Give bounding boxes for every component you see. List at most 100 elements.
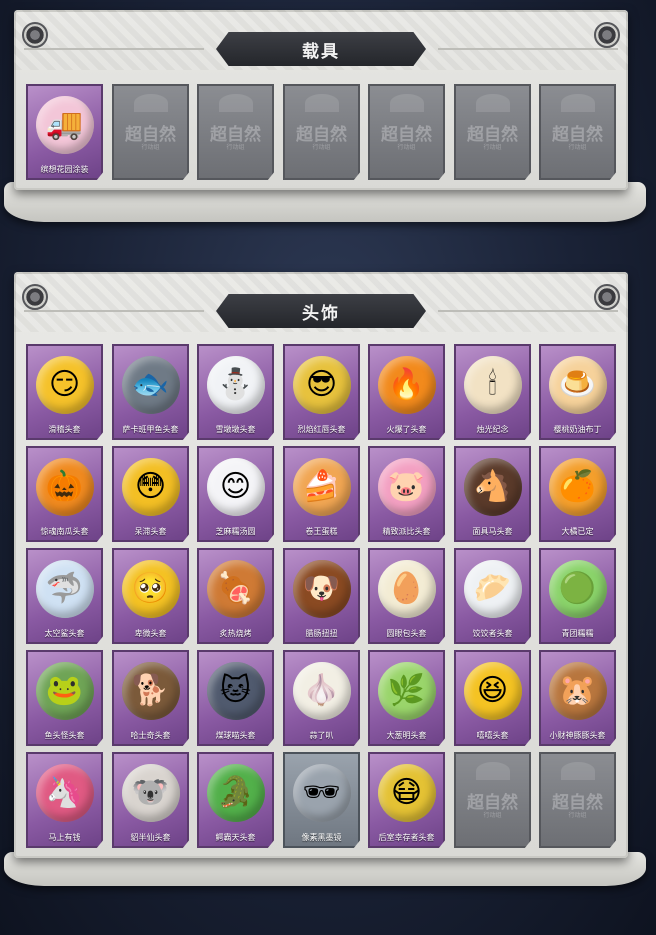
item-label: 马上有钱 [48, 833, 81, 842]
item-card[interactable]: 😎 烈焰红唇头套 [283, 344, 360, 440]
cake-roll-icon: 🍰 [292, 458, 351, 516]
item-card[interactable]: 🌿 大葱明头套 [368, 650, 445, 746]
item-card[interactable]: 🕶 像素黑墨镜 [283, 752, 360, 848]
watermark-sub: 行动组 [483, 812, 502, 819]
empty-slot[interactable]: 超自然 行动组 [454, 752, 531, 848]
item-card[interactable]: 🥚 圆眼包头套 [368, 548, 445, 644]
pink-truck-icon: 🚚 [35, 96, 94, 154]
empty-slot[interactable]: 超自然 行动组 [112, 84, 189, 180]
empty-slot[interactable]: 超自然 行动组 [197, 84, 274, 180]
silhouette-icon [560, 762, 595, 780]
item-card[interactable]: 🐷 精致派比头套 [368, 446, 445, 542]
item-card[interactable]: 🐹 小财神豚豚头套 [539, 650, 616, 746]
item-card[interactable]: 😷 后室幸存者头套 [368, 752, 445, 848]
item-label: 萨卡班甲鱼头套 [122, 425, 179, 434]
bun-icon: 🥚 [377, 560, 436, 618]
item-label: 大橘已定 [561, 527, 594, 536]
head-panel: 头饰 😏 滑稽头套 🐟 萨卡班甲鱼头套 ⛄ 雪墩墩头套 😎 烈焰红唇头套 🔥 火爆了头套 🕯 烛光纪念… [14, 272, 628, 858]
item-label: 精致派比头套 [382, 527, 431, 536]
empty-slot[interactable]: 超自然 行动组 [454, 84, 531, 180]
silhouette-icon [133, 94, 168, 112]
fishman-icon: 🐸 [35, 662, 94, 720]
item-card[interactable]: 🥟 饺饺者头套 [454, 548, 531, 644]
silhouette-icon [560, 94, 595, 112]
item-card[interactable]: 🐸 鱼头怪头套 [26, 650, 103, 746]
item-card[interactable]: 🦄 马上有钱 [26, 752, 103, 848]
pudding-icon: 🍮 [548, 356, 607, 414]
item-card[interactable]: 🍮 樱桃奶油布丁 [539, 344, 616, 440]
empty-slot[interactable]: 超自然 行动组 [283, 84, 360, 180]
dumpling-icon: 🥟 [463, 560, 522, 618]
watermark-sub: 行动组 [312, 144, 331, 151]
garlic-icon: 🧄 [292, 662, 351, 720]
dazed-face-icon: 😳 [121, 458, 180, 516]
item-card[interactable]: 🥺 卑微头套 [112, 548, 189, 644]
humble-face-icon: 🥺 [121, 560, 180, 618]
vehicle-panel: 载具 🚚 缤想花园涂装 超自然 行动组 超自然 行动组 超自然 行动组 超自然 行动组 超自然 行动组… [14, 10, 628, 190]
item-card[interactable]: 🐟 萨卡班甲鱼头套 [112, 344, 189, 440]
item-label: 樱桃奶油布丁 [553, 425, 602, 434]
fish-head-icon: 🐟 [121, 356, 180, 414]
item-label: 雪墩墩头套 [215, 425, 256, 434]
item-card[interactable]: 🐶 腊肠扭扭 [283, 548, 360, 644]
item-label: 鳄霸天头套 [215, 833, 256, 842]
horse-head-icon: 🐴 [463, 458, 522, 516]
item-card[interactable]: 🕯 烛光纪念 [454, 344, 531, 440]
item-card[interactable]: 🍊 大橘已定 [539, 446, 616, 542]
compass-ornament-icon [594, 284, 620, 310]
item-label: 大葱明头套 [386, 731, 427, 740]
item-card[interactable]: 😆 嘻嘻头套 [454, 650, 531, 746]
item-card[interactable]: 🐱 煤球喵头套 [197, 650, 274, 746]
empty-slot[interactable]: 超自然 行动组 [368, 84, 445, 180]
item-label: 圆眼包头套 [386, 629, 427, 638]
item-label: 火爆了头套 [386, 425, 427, 434]
item-card[interactable]: 🔥 火爆了头套 [368, 344, 445, 440]
item-label: 貂半仙头套 [130, 833, 171, 842]
item-label: 滑稽头套 [48, 425, 81, 434]
watermark-sub: 行动组 [141, 144, 160, 151]
item-label: 缤想花园涂装 [40, 165, 89, 174]
item-label: 小财神豚豚头套 [549, 731, 606, 740]
item-card[interactable]: 🐨 貂半仙头套 [112, 752, 189, 848]
item-card[interactable]: 🎃 惊魂南瓜头套 [26, 446, 103, 542]
candle-icon: 🕯 [463, 356, 522, 414]
vehicle-section-title: 载具 [216, 32, 426, 66]
item-label: 烈焰红唇头套 [297, 425, 346, 434]
item-card[interactable]: 🚚 缤想花园涂装 [26, 84, 103, 180]
item-card[interactable]: 🐕 哈士奇头套 [112, 650, 189, 746]
bbq-icon: 🍖 [206, 560, 265, 618]
item-card[interactable]: 🧄 蒜了叭 [283, 650, 360, 746]
watermark-sub: 行动组 [568, 144, 587, 151]
item-label: 腊肠扭扭 [305, 629, 338, 638]
husky-icon: 🐕 [121, 662, 180, 720]
item-label: 煤球喵头套 [215, 731, 256, 740]
dachshund-icon: 🐶 [292, 560, 351, 618]
item-card[interactable]: 😏 滑稽头套 [26, 344, 103, 440]
item-card[interactable]: 🐴 面具马头套 [454, 446, 531, 542]
empty-slot[interactable]: 超自然 行动组 [539, 752, 616, 848]
empty-slot[interactable]: 超自然 行动组 [539, 84, 616, 180]
item-card[interactable]: ⛄ 雪墩墩头套 [197, 344, 274, 440]
item-label: 青团糯糯 [561, 629, 594, 638]
item-card[interactable]: 🟢 青团糯糯 [539, 548, 616, 644]
item-label: 嘻嘻头套 [476, 731, 509, 740]
item-card[interactable]: 🍖 炙热烧烤 [197, 548, 274, 644]
funny-face-icon: 😏 [35, 356, 94, 414]
watermark-sub: 行动组 [226, 144, 245, 151]
item-label: 鱼头怪头套 [44, 731, 85, 740]
silhouette-icon [389, 94, 424, 112]
item-card[interactable]: 🐊 鳄霸天头套 [197, 752, 274, 848]
item-card[interactable]: 😳 呆滞头套 [112, 446, 189, 542]
item-card[interactable]: 😊 芝麻糯汤圆 [197, 446, 274, 542]
compass-ornament-icon [22, 22, 48, 48]
item-label: 像素黑墨镜 [301, 833, 342, 842]
shark-icon: 🦈 [35, 560, 94, 618]
item-card[interactable]: 🍰 卷王蛋糕 [283, 446, 360, 542]
watermark-sub: 行动组 [397, 144, 416, 151]
item-card[interactable]: 🦈 太空鲨头套 [26, 548, 103, 644]
pumpkin-icon: 🎃 [35, 458, 94, 516]
pink-horse-icon: 🦄 [35, 764, 94, 822]
item-label: 芝麻糯汤圆 [215, 527, 256, 536]
item-label: 炙热烧烤 [219, 629, 252, 638]
item-label: 哈士奇头套 [130, 731, 171, 740]
